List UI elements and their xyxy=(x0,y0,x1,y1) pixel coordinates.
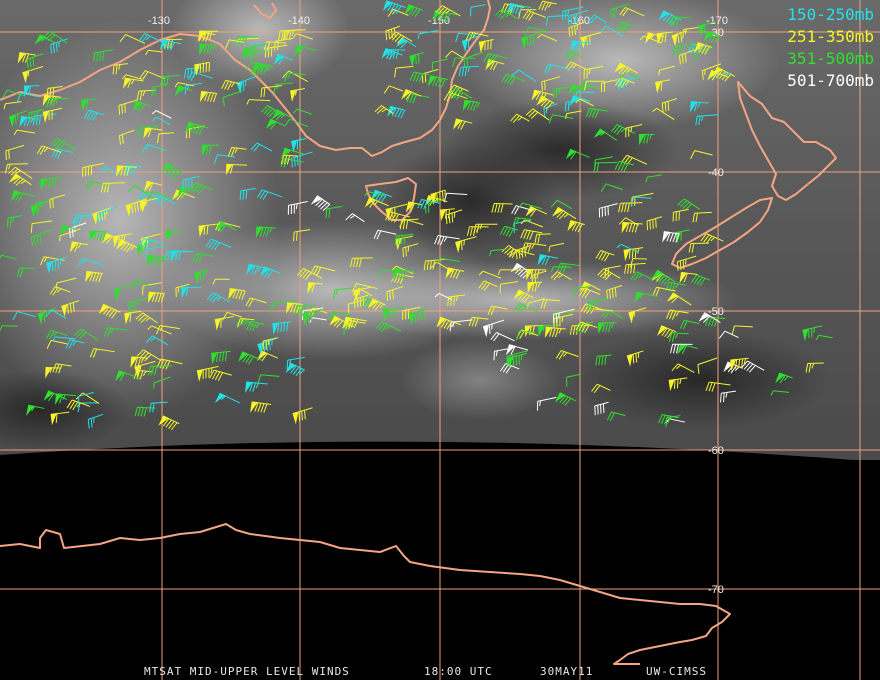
lat-label: -70 xyxy=(708,584,724,596)
lon-label: -140 xyxy=(288,15,310,27)
legend-item-150-250: 150-250mb xyxy=(787,5,874,24)
legend-item-351-500: 351-500mb xyxy=(787,49,874,68)
observation-time: 18:00 UTC xyxy=(424,665,493,678)
product-name: MTSAT MID-UPPER LEVEL WINDS xyxy=(144,665,350,678)
lon-label: -170 xyxy=(706,15,728,27)
pressure-legend: 150-250mb 251-350mb 351-500mb 501-700mb xyxy=(787,4,874,92)
satellite-wind-map: -130 -140 -150 -160 -170 -30 -40 -50 -60… xyxy=(0,0,880,680)
legend-item-251-350: 251-350mb xyxy=(787,27,874,46)
observation-date: 30MAY11 xyxy=(540,665,594,678)
lat-label: -60 xyxy=(708,445,724,457)
legend-item-501-700: 501-700mb xyxy=(787,71,874,90)
lat-label: -40 xyxy=(708,167,724,179)
lon-label: -130 xyxy=(148,15,170,27)
data-source: UW-CIMSS xyxy=(646,665,707,678)
